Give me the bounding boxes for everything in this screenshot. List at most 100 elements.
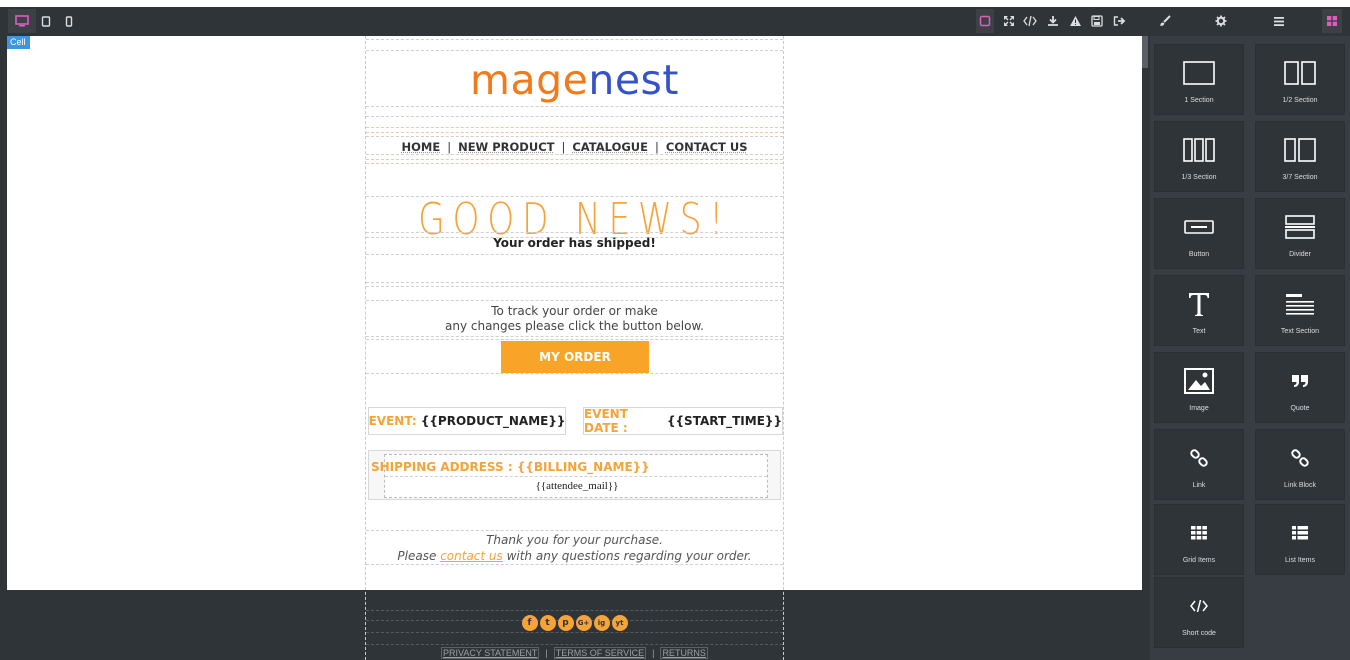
track-line: To track your order or make [491,304,658,318]
event-cell[interactable]: EVENT: {{PRODUCT_NAME}} [368,407,566,435]
block-label: Short code [1182,630,1216,637]
thanks-line: Thank you for your purchase. [486,533,663,547]
shipping-address-block[interactable]: SHIPPING ADDRESS : {{BILLING_NAME}} {{at… [368,450,781,500]
block-label: Grid Items [1182,557,1216,564]
event-value: {{PRODUCT_NAME}} [420,414,566,428]
subheadline[interactable]: Your order has shipped! [366,236,783,250]
nav-separator: | [655,140,659,154]
block-label: 1/2 Section [1282,97,1318,104]
email-body[interactable]: magenest HOME | NEW PRODUCT | CATALOGUE | CONT… [365,36,784,660]
canvas-scrollbar-thumb[interactable] [1142,36,1148,68]
shipping-address-inner: SHIPPING ADDRESS : {{BILLING_NAME}} {{at… [371,454,768,498]
divider-icon [1256,209,1344,245]
instagram-icon[interactable]: ig [593,615,610,631]
block-label: Text [1192,328,1206,335]
google-plus-icon[interactable]: G+ [575,615,592,631]
social-icons: f t p G+ ig yt [366,615,783,631]
nav-home[interactable]: HOME [402,140,441,154]
my-order-button[interactable]: MY ORDER [501,341,649,373]
event-date-value: {{START_TIME}} [666,414,782,428]
third-section-icon [1155,132,1243,168]
block-label: 1/3 Section [1181,174,1217,181]
blocks-icon[interactable] [1322,9,1342,33]
block-link[interactable]: Link [1154,429,1244,500]
download-icon[interactable] [1044,9,1062,33]
footer-separator: | [652,648,655,658]
list-items-icon [1256,515,1344,551]
thanks-line: Please contact us with any questions reg… [366,548,783,564]
half-section-icon [1256,55,1344,91]
block-quote[interactable]: Quote [1255,352,1345,423]
nav-separator: | [561,140,566,154]
brand-logo[interactable]: magenest [366,56,783,104]
contact-us-link[interactable]: contact us [440,549,503,563]
code-icon[interactable] [1020,9,1040,33]
terms-of-service-link[interactable]: TERMS OF SERVICE [553,647,647,659]
thanks-pre: Please [397,549,441,563]
canvas-left-frame [0,36,7,660]
block-image[interactable]: Image [1154,352,1244,423]
canvas-scrollbar-track[interactable] [1142,36,1150,660]
event-label: EVENT: [368,414,417,428]
pinterest-icon[interactable]: p [557,615,574,631]
block-half-section[interactable]: 1/2 Section [1255,44,1345,115]
youtube-icon[interactable]: yt [611,615,628,631]
image-icon [1155,363,1243,399]
block-link-block[interactable]: Link Block [1255,429,1345,500]
block-label: Button [1188,251,1210,258]
block-grid-items[interactable]: Grid Items [1154,504,1244,575]
track-text[interactable]: To track your order or make any changes … [366,304,783,334]
tablet-icon[interactable] [38,9,54,33]
menu-icon[interactable] [1270,9,1288,33]
block-label: Link Block [1284,482,1316,489]
footer-separator: | [545,648,548,658]
twitter-icon[interactable]: t [539,615,556,631]
brush-icon[interactable] [1156,9,1174,33]
nav-new-product[interactable]: NEW PRODUCT [458,140,554,154]
block-three-seven-section[interactable]: 3/7 Section [1255,121,1345,192]
thanks-post: with any questions regarding your order. [502,549,752,563]
text-section-icon [1256,286,1344,322]
block-button[interactable]: Button [1154,198,1244,269]
gear-icon[interactable] [1212,9,1230,33]
link-icon [1155,440,1243,476]
facebook-icon[interactable]: f [521,615,538,631]
thank-you-text[interactable]: Thank you for your purchase. Please cont… [366,532,783,564]
nav-catalogue[interactable]: CATALOGUE [572,140,648,154]
shipping-address-label: SHIPPING ADDRESS : {{BILLING_NAME}} [371,460,650,474]
nav-contact-us[interactable]: CONTACT US [666,140,748,154]
text-icon [1155,286,1243,322]
event-date-cell[interactable]: EVENT DATE : {{START_TIME}} [583,407,783,435]
save-icon[interactable] [1088,9,1106,33]
privacy-statement-link[interactable]: PRIVACY STATEMENT [441,647,540,659]
mobile-icon[interactable] [62,9,76,33]
block-label: 1 Section [1184,97,1214,104]
footer-links: PRIVACY STATEMENT | TERMS OF SERVICE | RETUR… [366,647,783,659]
block-one-section[interactable]: 1 Section [1154,44,1244,115]
block-label: Link [1192,482,1206,489]
block-label: 3/7 Section [1282,174,1318,181]
three-seven-section-icon [1256,132,1344,168]
fullscreen-icon[interactable] [1000,9,1018,33]
block-text[interactable]: Text [1154,275,1244,346]
block-third-section[interactable]: 1/3 Section [1154,121,1244,192]
returns-link[interactable]: RETURNS [660,647,708,659]
block-divider[interactable]: Divider [1255,198,1345,269]
block-short-code[interactable]: Short code [1154,577,1244,648]
quote-icon [1256,363,1344,399]
block-label: Text Section [1280,328,1320,335]
button-icon [1155,209,1243,245]
block-text-section[interactable]: Text Section [1255,275,1345,346]
track-line: any changes please click the button belo… [445,319,704,333]
desktop-icon[interactable] [8,9,36,33]
grid-items-icon [1155,515,1243,551]
link-block-icon [1256,440,1344,476]
exit-icon[interactable] [1110,9,1128,33]
outline-icon[interactable] [976,9,994,33]
block-list-items[interactable]: List Items [1255,504,1345,575]
one-section-icon [1155,55,1243,91]
blocks-panel: 1 Section 1/2 Section 1/3 Section 3/7 Se… [1150,36,1350,660]
event-date-label: EVENT DATE : [584,407,628,435]
warning-icon[interactable] [1066,9,1084,33]
block-label: Divider [1289,251,1311,258]
